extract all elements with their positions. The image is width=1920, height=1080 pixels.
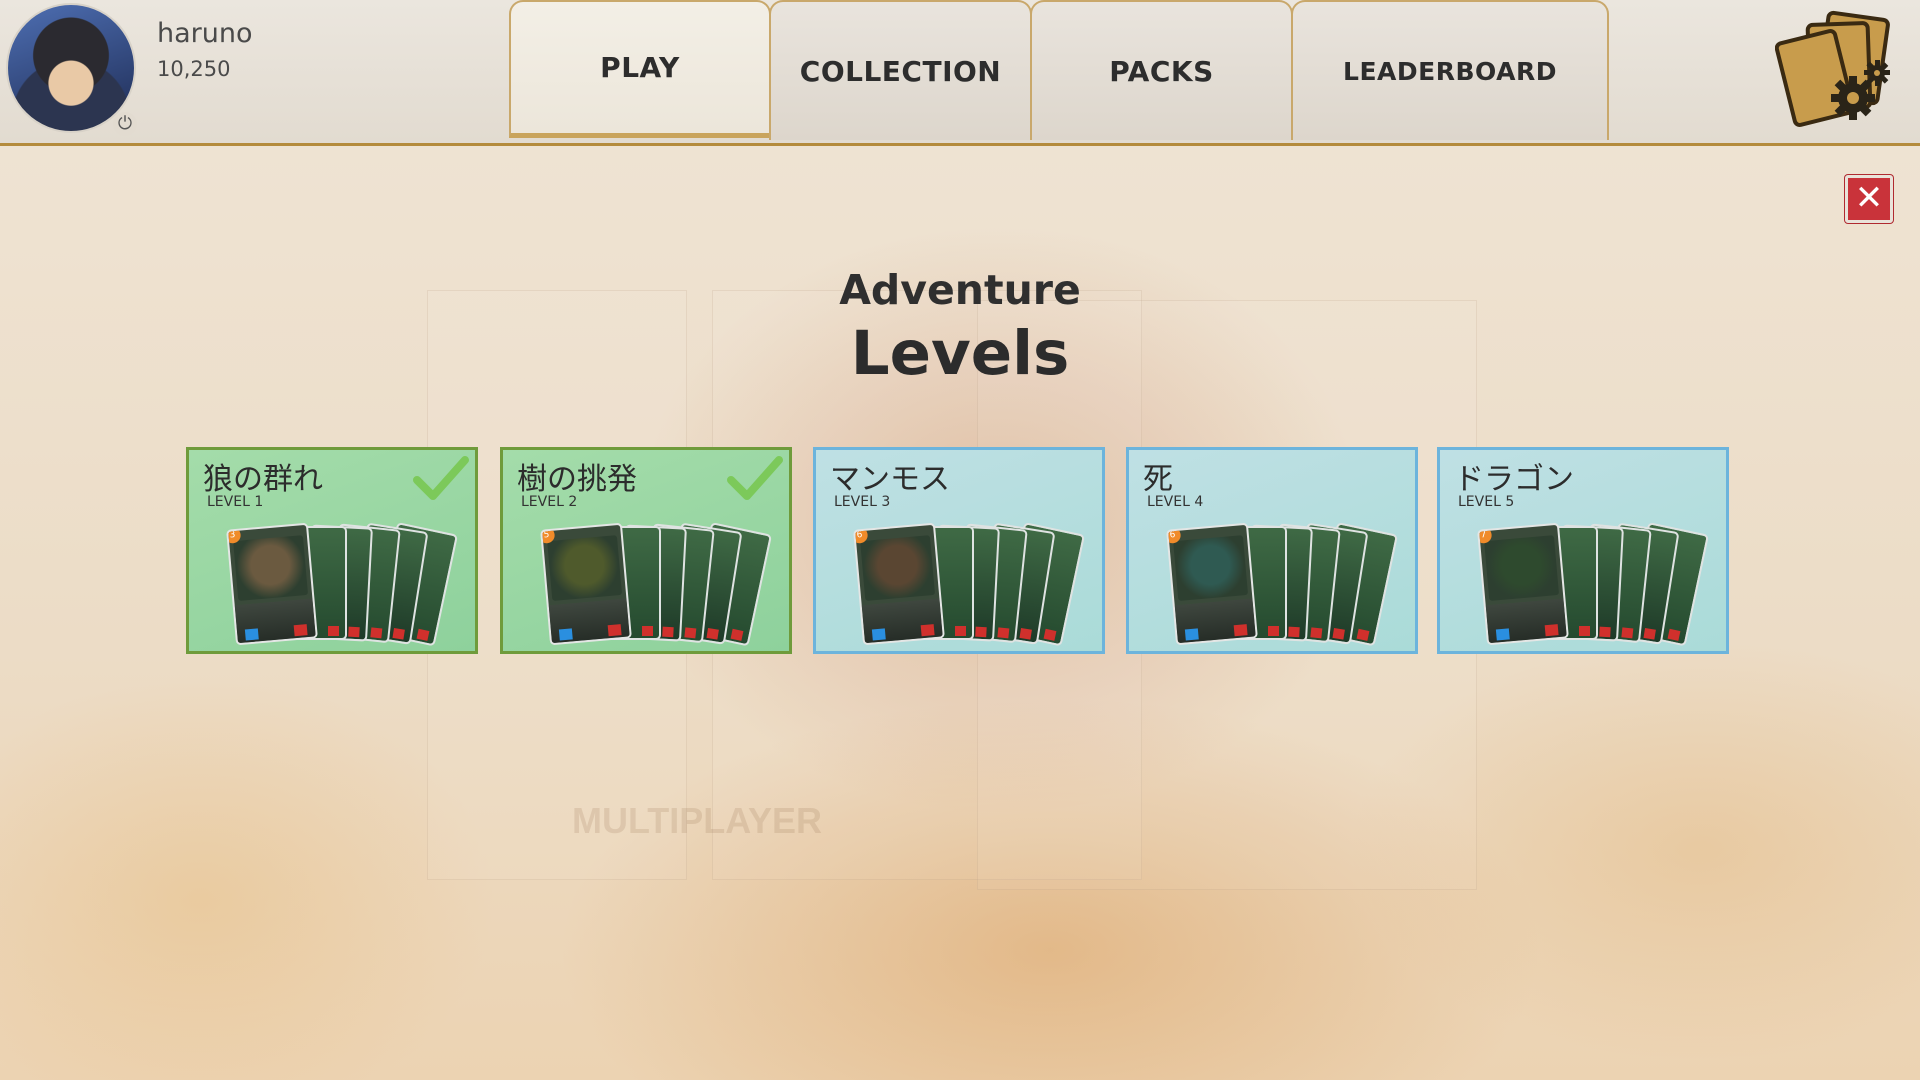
health-pip [955, 626, 966, 636]
hero-card: 6 [1166, 522, 1258, 646]
avatar[interactable] [6, 3, 136, 133]
tab-label: PACKS [1109, 54, 1214, 88]
health-pip [975, 626, 987, 638]
tab-leaderboard[interactable]: LEADERBOARD [1291, 0, 1609, 140]
page-subtitle: Adventure [839, 266, 1081, 314]
checkmark-icon [413, 454, 469, 502]
hero-art [1484, 535, 1560, 601]
health-pip [1019, 628, 1032, 640]
health-badge [293, 624, 308, 637]
level-name: 狼の群れ [203, 462, 323, 497]
hero-art [233, 535, 309, 601]
health-pip [1288, 626, 1300, 638]
health-pip [1599, 626, 1611, 638]
close-button[interactable]: ✕ [1845, 175, 1893, 223]
level-card[interactable]: 狼の群れ LEVEL 13 [186, 447, 478, 654]
health-badge [1544, 624, 1559, 637]
page-title: Levels [850, 318, 1070, 389]
health-pip [1356, 628, 1370, 641]
health-pip [730, 628, 744, 641]
health-pip [370, 627, 383, 639]
health-badge [1233, 624, 1248, 637]
tab-packs[interactable]: PACKS [1030, 0, 1293, 140]
tab-label: COLLECTION [799, 54, 1002, 88]
attack-badge [558, 628, 573, 641]
checkmark-icon [727, 454, 783, 502]
attack-badge [1184, 628, 1199, 641]
hero-card: 5 [540, 522, 632, 646]
level-card[interactable]: マンモス LEVEL 36 [813, 447, 1105, 654]
health-pip [642, 626, 653, 636]
health-pip [1643, 628, 1656, 640]
coin-balance: 10,250 [157, 57, 231, 81]
health-badge [607, 624, 622, 637]
attack-badge [1495, 628, 1510, 641]
health-pip [684, 627, 697, 639]
health-pip [997, 627, 1010, 639]
health-pip [392, 628, 405, 640]
hero-card: 3 [226, 522, 318, 646]
cards-gear-icon[interactable] [1774, 10, 1895, 128]
top-bar: ⏻ haruno 10,250 PLAY COLLECTION PACKS LE… [0, 0, 1920, 146]
health-pip [1268, 626, 1279, 636]
background-text: MULTIPLAYER [572, 800, 823, 841]
level-name: ドラゴン [1454, 462, 1574, 497]
level-name: 死 [1143, 462, 1173, 497]
health-pip [1332, 628, 1345, 640]
hero-card: 7 [1477, 522, 1569, 646]
health-pip [328, 626, 339, 636]
attack-badge [244, 628, 259, 641]
tab-label: LEADERBOARD [1343, 56, 1557, 86]
health-pip [416, 628, 430, 641]
level-card[interactable]: 樹の挑発 LEVEL 25 [500, 447, 792, 654]
hero-card: 6 [853, 522, 945, 646]
level-name: 樹の挑発 [517, 462, 637, 497]
health-pip [1579, 626, 1590, 636]
deck-preview: 6 [850, 508, 1086, 648]
level-card[interactable]: ドラゴン LEVEL 57 [1437, 447, 1729, 654]
health-pip [1667, 628, 1681, 641]
deck-preview: 3 [223, 508, 459, 648]
health-pip [1310, 627, 1323, 639]
level-name: マンモス [830, 462, 950, 497]
attack-badge [871, 628, 886, 641]
tab-play[interactable]: PLAY [509, 0, 771, 138]
username: haruno [157, 18, 253, 49]
health-pip [662, 626, 674, 638]
deck-preview: 5 [537, 508, 773, 648]
hero-art [1173, 535, 1249, 601]
health-badge [920, 624, 935, 637]
deck-preview: 6 [1163, 508, 1399, 648]
health-pip [1043, 628, 1057, 641]
power-icon[interactable]: ⏻ [113, 112, 137, 136]
tab-label: PLAY [600, 51, 680, 84]
health-pip [348, 626, 360, 638]
hero-art [547, 535, 623, 601]
health-pip [706, 628, 719, 640]
deck-preview: 7 [1474, 508, 1710, 648]
close-icon: ✕ [1854, 178, 1884, 218]
tab-collection[interactable]: COLLECTION [769, 0, 1032, 140]
hero-art [860, 535, 936, 601]
level-card[interactable]: 死 LEVEL 46 [1126, 447, 1418, 654]
health-pip [1621, 627, 1634, 639]
